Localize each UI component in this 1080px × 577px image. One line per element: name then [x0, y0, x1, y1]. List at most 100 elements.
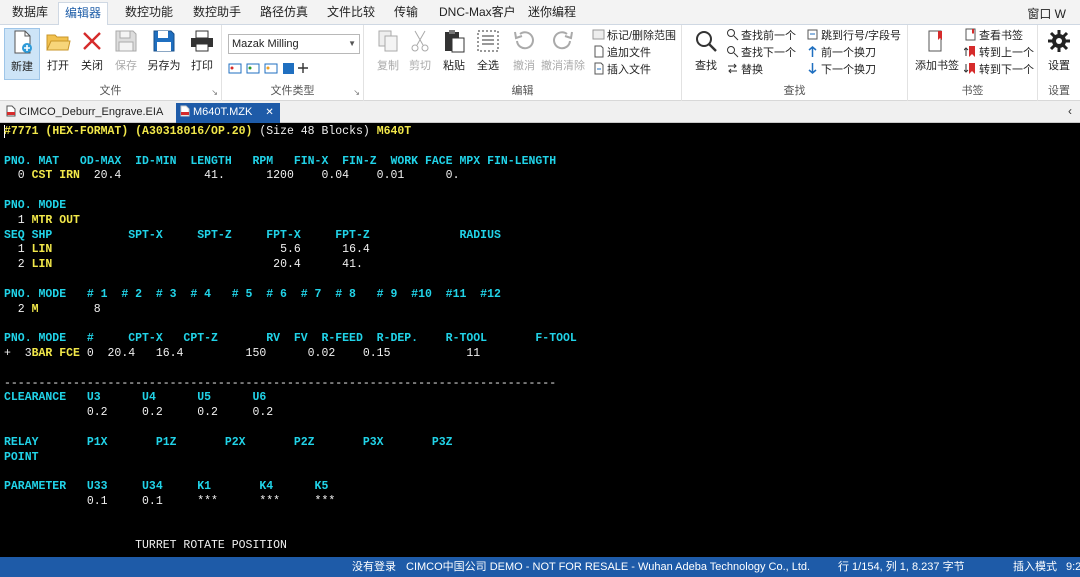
undo-button[interactable]: 撤消	[506, 28, 542, 80]
open-button[interactable]: 打开	[40, 28, 76, 80]
edit-group-label: 编辑	[511, 85, 534, 97]
code-line: #7771 (HEX-FORMAT) (A30318016/OP.20) (Si…	[4, 124, 411, 139]
filetype-group-launcher-icon[interactable]: ↘	[353, 88, 360, 97]
code-token: 2	[4, 302, 32, 316]
code-line: POINT	[4, 450, 39, 465]
tab-file-compare[interactable]: 文件比较	[321, 2, 381, 24]
goto-prev-bookmark-button[interactable]: 转到上一个	[964, 45, 1034, 61]
code-line: 1 MTR OUT	[4, 213, 80, 228]
code-line: + 3BAR FCE 0 20.4 16.4 150 0.02 0.15 11	[4, 346, 480, 361]
goto-next-bookmark-button[interactable]: 转到下一个	[964, 62, 1034, 78]
append-file-button[interactable]: 追加文件	[592, 45, 651, 61]
code-token: SEQ SHP SPT-X SPT-Z FPT-X FPT-Z RADIUS	[4, 228, 501, 242]
save-button[interactable]: 保存	[108, 28, 144, 80]
prev-tool-button[interactable]: 前一个换刀	[806, 45, 876, 61]
settings-group-label: 设置	[1048, 85, 1070, 97]
code-token: 0	[4, 169, 32, 183]
filetype-tools	[228, 61, 358, 75]
insert-file-icon	[594, 62, 604, 75]
code-token: 8	[38, 302, 101, 316]
code-token: 20.4 41. 1200 0.04 0.01 0.	[79, 169, 460, 183]
settings-button[interactable]: 设置	[1041, 28, 1077, 80]
file-tab-cimco-deburr[interactable]: CIMCO_Deburr_Engrave.EIA	[2, 103, 169, 123]
code-token: 1	[4, 243, 32, 257]
redo-icon	[553, 31, 573, 50]
goto-line-button[interactable]: 跳到行号/字段号	[806, 28, 901, 44]
code-line: SEQ SHP SPT-X SPT-Z FPT-X FPT-Z RADIUS	[4, 228, 501, 243]
arrow-up-icon	[808, 46, 817, 57]
range-icon	[592, 29, 605, 40]
file-icon	[180, 105, 190, 117]
mark-delete-range-button[interactable]: 标记/删除范围	[592, 28, 676, 44]
find-prev-button[interactable]: 查找前一个	[726, 28, 796, 44]
tab-path-simulation[interactable]: 路径仿真	[254, 2, 314, 24]
scroll-tabs-left-icon[interactable]: ‹	[1068, 104, 1072, 118]
code-token: 20.4 41.	[52, 258, 363, 272]
code-token: (Size 48 Blocks)	[259, 125, 377, 138]
replace-button[interactable]: 替换	[726, 62, 763, 78]
tab-transfer[interactable]: 传输	[388, 2, 424, 24]
tab-mini-programming[interactable]: 迷你编程	[522, 2, 582, 24]
file-tab-m640t[interactable]: M640T.MZK ✕	[176, 103, 280, 123]
code-line: 2 M 8	[4, 302, 101, 317]
add-bookmark-button[interactable]: 添加书签	[914, 28, 960, 80]
code-line: PNO. MAT OD-MAX ID-MIN LENGTH RPM FIN-X …	[4, 154, 556, 169]
paste-button[interactable]: 粘贴	[436, 28, 472, 80]
find-group: 查找 查找前一个 查找下一个 替换 跳到行号/字段号 前一个换刀 下一个换刀 查…	[682, 25, 908, 101]
insert-file-button[interactable]: 插入文件	[592, 62, 651, 78]
code-token: M	[31, 302, 39, 316]
license-info: CIMCO中国公司 DEMO - NOT FOR RESALE - Wuhan …	[406, 561, 811, 573]
file-group: 新建 打开 关闭 保存 另存为 打印 文件 ↘	[0, 25, 222, 101]
code-line: 1 LIN 5.6 16.4	[4, 242, 370, 257]
bookmark-list-icon	[965, 28, 976, 41]
code-token: PARAMETER U33 U34 K1 K4 K5	[4, 480, 329, 494]
find-group-label: 查找	[783, 85, 806, 97]
paste-icon	[445, 30, 465, 53]
cut-button[interactable]: 剪切	[402, 28, 438, 80]
bookmark-down-icon	[964, 63, 975, 74]
tab-nc-assistant[interactable]: 数控助手	[187, 2, 247, 24]
code-token: TURRET ROTATE POSITION	[4, 539, 287, 553]
code-token: CST IRN	[31, 169, 80, 183]
code-line: 0.2 0.2 0.2 0.2	[4, 405, 273, 420]
select-all-button[interactable]: 全选	[470, 28, 506, 80]
file-tab-bar: CIMCO_Deburr_Engrave.EIA M640T.MZK ✕ ‹	[0, 101, 1080, 123]
save-as-button[interactable]: 另存为	[144, 28, 184, 80]
file-group-launcher-icon[interactable]: ↘	[211, 88, 218, 97]
replace-icon	[728, 63, 737, 74]
close-button[interactable]: 关闭	[74, 28, 110, 80]
nc-code-editor[interactable]: #7771 (HEX-FORMAT) (A30318016/OP.20) (Si…	[0, 123, 1080, 557]
find-next-button[interactable]: 查找下一个	[726, 45, 796, 61]
code-token: PNO. MODE # CPT-X CPT-Z RV FV R-FEED R-D…	[4, 332, 577, 346]
edit-group: 复制 剪切 粘贴 全选 撤消 撤消清除 标记/删除范围 追加文件 插入文件 编辑	[364, 25, 682, 101]
print-button[interactable]: 打印	[184, 28, 220, 80]
file-group-label: 文件	[99, 85, 122, 97]
close-icon	[83, 32, 101, 50]
code-token: ----------------------------------------…	[4, 376, 557, 390]
next-tool-button[interactable]: 下一个换刀	[806, 62, 876, 78]
printer-icon	[191, 30, 213, 52]
window-menu[interactable]: 窗口 W	[1027, 5, 1066, 22]
tab-dnc-max-client[interactable]: DNC-Max客户	[433, 2, 522, 24]
view-bookmark-button[interactable]: 查看书签	[964, 28, 1023, 44]
undo-icon	[514, 31, 534, 50]
code-token: 0 20.4 16.4 150 0.02 0.15 11	[79, 347, 481, 360]
new-button[interactable]: 新建	[4, 28, 40, 80]
code-token: RELAY P1X P1Z P2X P2Z P3X P3Z	[4, 435, 453, 449]
tab-editor[interactable]: 编辑器	[58, 2, 109, 26]
code-token: 5.6 16.4	[52, 243, 370, 257]
copy-button[interactable]: 复制	[370, 28, 406, 80]
code-token: LIN	[31, 258, 53, 272]
insert-mode[interactable]: 插入模式	[1013, 557, 1057, 577]
filetype-group-label: 文件类型	[270, 85, 315, 97]
close-tab-icon[interactable]: ✕	[265, 107, 273, 118]
code-token: 2	[4, 258, 32, 272]
find-button[interactable]: 查找	[688, 28, 724, 80]
chevron-down-icon: ▼	[348, 39, 356, 48]
filetype-tool-icons	[228, 63, 308, 74]
tab-nc-functions[interactable]: 数控功能	[119, 2, 179, 24]
undo-clear-button[interactable]: 撤消清除	[540, 28, 586, 80]
tab-database[interactable]: 数据库	[6, 2, 54, 24]
machine-type-select[interactable]: Mazak Milling ▼	[228, 34, 360, 54]
code-token: CLEARANCE	[4, 391, 87, 405]
